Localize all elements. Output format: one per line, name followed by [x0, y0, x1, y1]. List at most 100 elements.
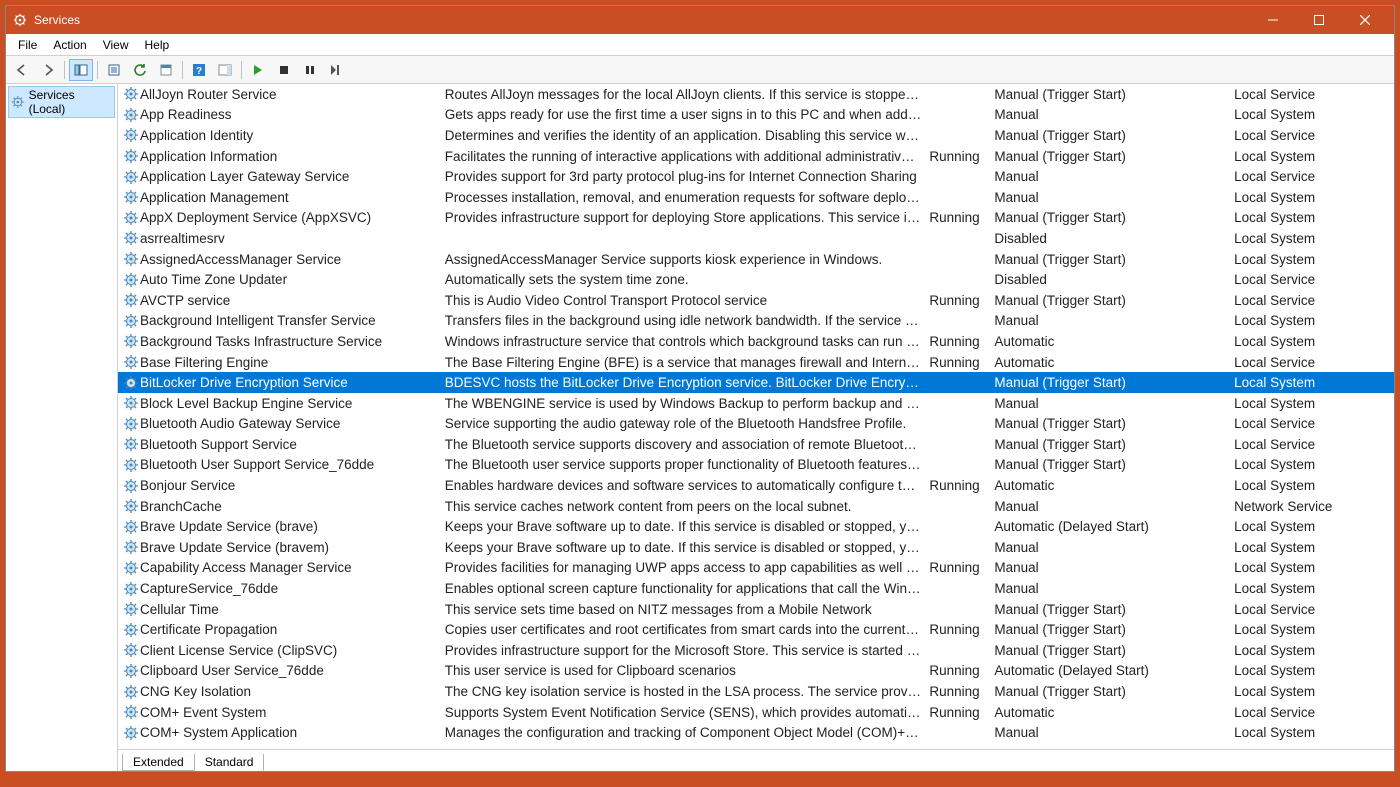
service-row[interactable]: Auto Time Zone UpdaterAutomatically sets…: [118, 269, 1394, 290]
start-service-button[interactable]: [246, 59, 270, 81]
help-button[interactable]: ?: [187, 59, 211, 81]
close-button[interactable]: [1342, 6, 1388, 34]
back-button[interactable]: [10, 59, 34, 81]
service-description: Keeps your Brave software up to date. If…: [445, 540, 930, 555]
minimize-button[interactable]: [1250, 6, 1296, 34]
service-status: Running: [929, 622, 994, 637]
gear-icon: [123, 622, 139, 638]
show-hide-tree-button[interactable]: [69, 59, 93, 81]
service-row[interactable]: Application Layer Gateway ServiceProvide…: [118, 166, 1394, 187]
service-startup-type: Automatic: [994, 478, 1234, 493]
menubar: File Action View Help: [6, 34, 1394, 56]
service-row[interactable]: Cellular TimeThis service sets time base…: [118, 599, 1394, 620]
service-row[interactable]: CNG Key IsolationThe CNG key isolation s…: [118, 681, 1394, 702]
service-description: This user service is used for Clipboard …: [445, 663, 930, 678]
service-row[interactable]: Capability Access Manager ServiceProvide…: [118, 558, 1394, 579]
services-list[interactable]: AllJoyn Router ServiceRoutes AllJoyn mes…: [118, 84, 1394, 749]
service-name: Background Tasks Infrastructure Service: [140, 334, 445, 349]
service-logon-as: Local Service: [1234, 293, 1394, 308]
service-icon: [118, 457, 140, 473]
tab-standard[interactable]: Standard: [194, 754, 265, 771]
service-icon: [118, 210, 140, 226]
service-row[interactable]: Block Level Backup Engine ServiceThe WBE…: [118, 393, 1394, 414]
service-row[interactable]: Bluetooth Audio Gateway ServiceService s…: [118, 414, 1394, 435]
menu-action[interactable]: Action: [45, 36, 94, 54]
service-row[interactable]: COM+ System ApplicationManages the confi…: [118, 722, 1394, 743]
refresh-button[interactable]: [128, 59, 152, 81]
service-row[interactable]: Application IdentityDetermines and verif…: [118, 125, 1394, 146]
service-row[interactable]: Brave Update Service (bravem)Keeps your …: [118, 537, 1394, 558]
restart-service-button[interactable]: [324, 59, 348, 81]
service-name: Bonjour Service: [140, 478, 445, 493]
service-row[interactable]: Brave Update Service (brave)Keeps your B…: [118, 516, 1394, 537]
service-row[interactable]: Bluetooth Support ServiceThe Bluetooth s…: [118, 434, 1394, 455]
service-description: BDESVC hosts the BitLocker Drive Encrypt…: [445, 375, 930, 390]
service-logon-as: Local System: [1234, 684, 1394, 699]
service-logon-as: Network Service: [1234, 499, 1394, 514]
service-logon-as: Local Service: [1234, 705, 1394, 720]
view-tabs: Extended Standard: [118, 749, 1394, 771]
service-row[interactable]: Application ManagementProcesses installa…: [118, 187, 1394, 208]
titlebar[interactable]: Services: [6, 6, 1394, 34]
service-name: CNG Key Isolation: [140, 684, 445, 699]
service-status: Running: [929, 478, 994, 493]
tree-node-services-local[interactable]: Services (Local): [8, 86, 115, 118]
service-row[interactable]: COM+ Event SystemSupports System Event N…: [118, 702, 1394, 723]
service-row[interactable]: Background Tasks Infrastructure ServiceW…: [118, 331, 1394, 352]
service-row[interactable]: Bluetooth User Support Service_76ddeThe …: [118, 455, 1394, 476]
service-description: This service sets time based on NITZ mes…: [445, 602, 930, 617]
service-name: Background Intelligent Transfer Service: [140, 313, 445, 328]
service-startup-type: Manual (Trigger Start): [994, 375, 1234, 390]
service-row[interactable]: Application InformationFacilitates the r…: [118, 146, 1394, 167]
service-logon-as: Local Service: [1234, 437, 1394, 452]
gear-icon: [123, 684, 139, 700]
service-logon-as: Local System: [1234, 313, 1394, 328]
service-description: The Base Filtering Engine (BFE) is a ser…: [445, 355, 930, 370]
service-name: BitLocker Drive Encryption Service: [140, 375, 445, 390]
service-icon: [118, 313, 140, 329]
gear-icon: [123, 478, 139, 494]
gear-icon: [123, 519, 139, 535]
service-row[interactable]: BranchCacheThis service caches network c…: [118, 496, 1394, 517]
menu-file[interactable]: File: [10, 36, 45, 54]
service-row[interactable]: AssignedAccessManager ServiceAssignedAcc…: [118, 249, 1394, 270]
service-row[interactable]: BitLocker Drive Encryption ServiceBDESVC…: [118, 372, 1394, 393]
service-row[interactable]: Base Filtering EngineThe Base Filtering …: [118, 352, 1394, 373]
service-row[interactable]: AllJoyn Router ServiceRoutes AllJoyn mes…: [118, 84, 1394, 105]
stop-service-button[interactable]: [272, 59, 296, 81]
service-row[interactable]: Background Intelligent Transfer ServiceT…: [118, 311, 1394, 332]
service-name: Application Layer Gateway Service: [140, 169, 445, 184]
service-row[interactable]: App ReadinessGets apps ready for use the…: [118, 105, 1394, 126]
service-startup-type: Manual (Trigger Start): [994, 602, 1234, 617]
gear-icon: [123, 395, 139, 411]
service-description: Windows infrastructure service that cont…: [445, 334, 930, 349]
properties-button[interactable]: [154, 59, 178, 81]
service-row[interactable]: AVCTP serviceThis is Audio Video Control…: [118, 290, 1394, 311]
service-icon: [118, 436, 140, 452]
menu-view[interactable]: View: [95, 36, 137, 54]
service-row[interactable]: Clipboard User Service_76ddeThis user se…: [118, 661, 1394, 682]
service-row[interactable]: CaptureService_76ddeEnables optional scr…: [118, 578, 1394, 599]
service-startup-type: Manual: [994, 560, 1234, 575]
service-row[interactable]: Certificate PropagationCopies user certi…: [118, 619, 1394, 640]
export-list-button[interactable]: [102, 59, 126, 81]
forward-button[interactable]: [36, 59, 60, 81]
tree-pane[interactable]: Services (Local): [6, 84, 118, 771]
tree-node-label: Services (Local): [29, 88, 112, 116]
gear-icon: [123, 169, 139, 185]
show-hide-action-pane-button[interactable]: [213, 59, 237, 81]
service-row[interactable]: Client License Service (ClipSVC)Provides…: [118, 640, 1394, 661]
menu-help[interactable]: Help: [137, 36, 178, 54]
service-name: BranchCache: [140, 499, 445, 514]
service-name: COM+ Event System: [140, 705, 445, 720]
service-name: CaptureService_76dde: [140, 581, 445, 596]
pause-service-button[interactable]: [298, 59, 322, 81]
tab-extended[interactable]: Extended: [122, 754, 195, 771]
service-row[interactable]: asrrealtimesrvDisabledLocal System: [118, 228, 1394, 249]
maximize-button[interactable]: [1296, 6, 1342, 34]
service-status: Running: [929, 210, 994, 225]
service-row[interactable]: AppX Deployment Service (AppXSVC)Provide…: [118, 208, 1394, 229]
service-status: Running: [929, 293, 994, 308]
service-row[interactable]: Bonjour ServiceEnables hardware devices …: [118, 475, 1394, 496]
service-startup-type: Manual (Trigger Start): [994, 643, 1234, 658]
